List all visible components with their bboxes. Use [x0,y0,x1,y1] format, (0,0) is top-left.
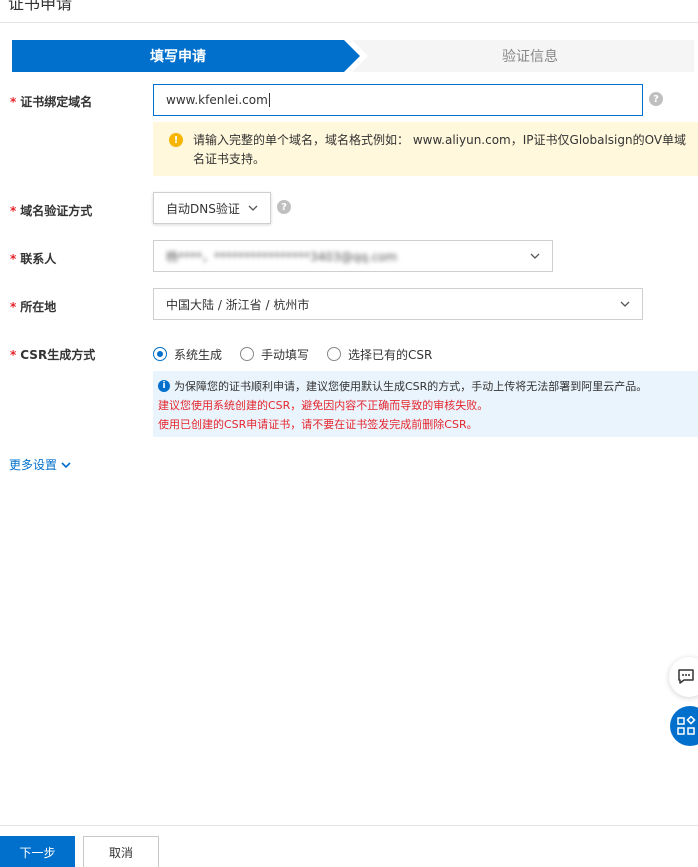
required-mark: * [10,95,17,109]
radio-checked-icon[interactable] [153,347,167,361]
required-mark: * [10,204,17,218]
cancel-button[interactable]: 取消 [83,836,159,867]
apps-button[interactable] [670,706,698,746]
location-select[interactable]: 中国大陆 / 浙江省 / 杭州市 [153,288,643,320]
radio-manual-input[interactable]: 手动填写 [240,346,309,363]
contact-select[interactable]: 杨****，****************3403@qq.com [153,240,553,272]
domain-hint-text: 请输入完整的单个域名，域名格式例如： www.aliyun.com，IP证书仅G… [193,133,687,166]
domain-label: * 证书绑定域名 [10,95,93,109]
dialog-header: 证书申请 [0,0,698,23]
csr-warning-line: 建议您使用系统创建的CSR，避免因内容不正确而导致的审核失败。 [158,399,489,412]
csr-info-box: i 为保障您的证书顺利申请，建议您使用默认生成CSR的方式，手动上传将无法部署到… [153,371,698,437]
step-indicator: 填写申请 验证信息 [12,40,694,72]
step-label: 填写申请 [150,49,206,65]
step-label: 验证信息 [502,49,558,65]
chat-button[interactable] [669,657,698,697]
required-mark: * [10,252,17,266]
verify-method-value: 自动DNS验证 [166,201,240,216]
domain-hint-box: ! 请输入完整的单个域名，域名格式例如： www.aliyun.com，IP证书… [153,122,698,176]
more-settings-toggle[interactable]: 更多设置 [9,456,72,473]
domain-input[interactable]: www.kfenlei.com [153,84,643,116]
csr-info-line: 为保障您的证书顺利申请，建议您使用默认生成CSR的方式，手动上传将无法部署到阿里… [174,380,648,393]
chevron-down-icon [530,253,540,259]
contact-label: * 联系人 [10,252,57,266]
dialog-footer: 下一步 取消 [0,825,698,867]
radio-unchecked-icon[interactable] [327,347,342,361]
required-mark: * [10,348,17,362]
page-title: 证书申请 [8,0,73,13]
location-label: * 所在地 [10,300,57,314]
question-mark-icon[interactable]: ? [649,92,663,106]
radio-label: 系统生成 [174,347,223,362]
verify-method-select[interactable]: 自动DNS验证 [153,192,271,224]
csr-label: * CSR生成方式 [10,348,96,362]
radio-label: 手动填写 [261,347,310,362]
step-fill-application: 填写申请 [12,40,360,72]
radio-system-generate[interactable]: 系统生成 [153,346,222,363]
chevron-down-icon [248,205,258,211]
radio-label: 选择已有的CSR [348,347,433,362]
radio-unchecked-icon[interactable] [240,347,255,361]
csr-warning-line: 使用已创建的CSR申请证书，请不要在证书签发完成前删除CSR。 [158,418,478,431]
chat-icon [678,669,694,684]
csr-radio-group: 系统生成 手动填写 选择已有的CSR [153,345,450,363]
step-verify-info: 验证信息 [352,40,694,72]
radio-existing-csr[interactable]: 选择已有的CSR [327,346,432,363]
apps-icon [677,716,696,735]
text-cursor [268,93,270,107]
question-mark-icon[interactable]: ? [277,200,291,214]
warning-icon: ! [169,133,183,147]
required-mark: * [10,300,17,314]
domain-input-value: www.kfenlei.com [166,93,268,107]
info-icon: i [158,380,170,392]
verify-method-label: * 域名验证方式 [10,204,93,218]
next-step-button[interactable]: 下一步 [0,836,75,867]
contact-value: 杨****，****************3403@qq.com [166,249,398,264]
chevron-down-icon [620,301,630,307]
more-settings-label: 更多设置 [9,458,58,472]
chevron-down-icon [61,461,71,468]
location-value: 中国大陆 / 浙江省 / 杭州市 [166,297,310,312]
